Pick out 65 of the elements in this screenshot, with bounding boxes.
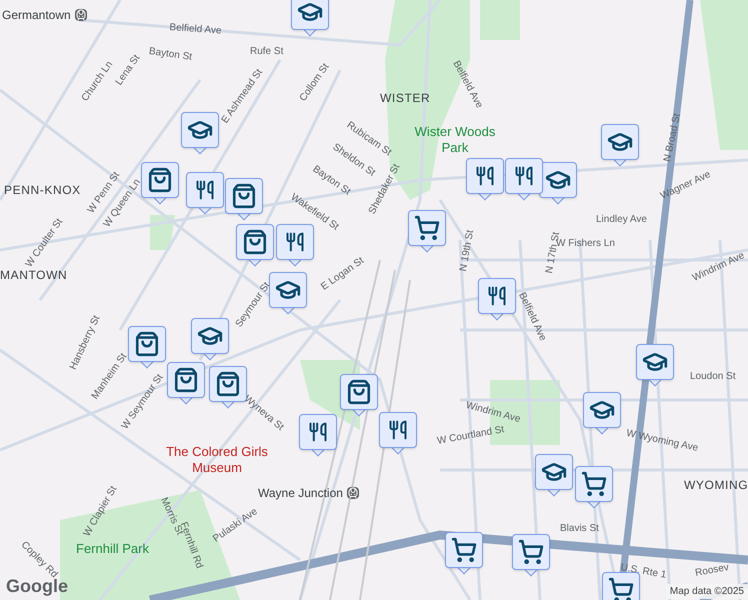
street-label: Bayton St xyxy=(148,44,193,65)
map-marker[interactable] xyxy=(575,466,613,510)
shopping-cart-icon xyxy=(451,537,477,563)
park-label: Wister Woods Park xyxy=(414,124,496,156)
station-label: Germantown xyxy=(2,7,71,24)
map-marker[interactable] xyxy=(379,412,417,456)
map-marker[interactable] xyxy=(128,326,166,370)
map-marker[interactable] xyxy=(181,112,219,156)
shopping-bag-icon xyxy=(134,331,160,357)
map-marker[interactable] xyxy=(276,224,314,268)
map-marker[interactable] xyxy=(291,0,329,38)
map-marker[interactable] xyxy=(269,272,307,316)
place-label: The Colored Girls Museum xyxy=(165,444,269,476)
map-marker[interactable] xyxy=(236,224,274,268)
street-label: Blavis St xyxy=(560,522,599,536)
street-label: N 19th St xyxy=(456,228,478,273)
map-marker[interactable] xyxy=(466,158,504,202)
street-label: W Fishers Ln xyxy=(556,238,615,249)
map-data-attribution: Map data ©2025 xyxy=(666,584,748,599)
map-marker[interactable] xyxy=(141,162,179,206)
area-label: WISTER xyxy=(380,90,430,107)
station-label: Wayne Junction xyxy=(258,485,343,502)
map-marker[interactable] xyxy=(539,162,577,206)
street-label: N Broad St xyxy=(660,112,684,164)
shopping-bag-icon xyxy=(173,367,199,393)
map-marker[interactable] xyxy=(186,172,224,216)
train-icon xyxy=(346,487,359,499)
area-label: WYOMING xyxy=(684,477,748,494)
shopping-bag-icon xyxy=(147,167,173,193)
street-label: W Wyoming Ave xyxy=(624,426,700,456)
map-marker[interactable] xyxy=(408,210,446,254)
area-label: MANTOWN xyxy=(0,267,68,284)
shopping-cart-icon xyxy=(608,577,634,600)
shopping-cart-icon xyxy=(414,215,440,241)
map-marker[interactable] xyxy=(583,392,621,436)
map-marker[interactable] xyxy=(299,414,337,458)
map-marker[interactable] xyxy=(340,374,378,418)
map-marker[interactable] xyxy=(535,454,573,498)
map-marker[interactable] xyxy=(167,362,205,406)
map-marker[interactable] xyxy=(225,178,263,222)
map-marker[interactable] xyxy=(636,344,674,388)
shopping-bag-icon xyxy=(242,229,268,255)
shopping-bag-icon xyxy=(346,379,372,405)
park-label: Fernhill Park xyxy=(76,541,149,558)
street-label: W Courtland St xyxy=(436,423,506,449)
train-icon xyxy=(74,9,87,21)
street-label: U.S. Rte 1 xyxy=(619,560,668,583)
map-marker[interactable] xyxy=(478,278,516,322)
street-label: Loudon St xyxy=(690,370,736,384)
shopping-cart-icon xyxy=(518,539,544,565)
area-label: PENN-KNOX xyxy=(4,182,81,199)
map-marker[interactable] xyxy=(191,318,229,362)
shopping-bag-icon xyxy=(215,371,241,397)
shopping-cart-icon xyxy=(581,471,607,497)
map-marker[interactable] xyxy=(505,158,543,202)
map-marker[interactable] xyxy=(601,124,639,168)
street-label: Lindley Ave xyxy=(596,213,647,227)
shopping-bag-icon xyxy=(231,183,257,209)
street-label: Roosev xyxy=(694,561,730,581)
street-label: Belfield Ave xyxy=(168,21,222,39)
map-marker[interactable] xyxy=(209,366,247,410)
street-label: Windrim Ave xyxy=(464,398,522,426)
street-label: Rufe St xyxy=(250,45,284,59)
map-marker[interactable] xyxy=(445,532,483,576)
map-marker[interactable] xyxy=(512,534,550,578)
